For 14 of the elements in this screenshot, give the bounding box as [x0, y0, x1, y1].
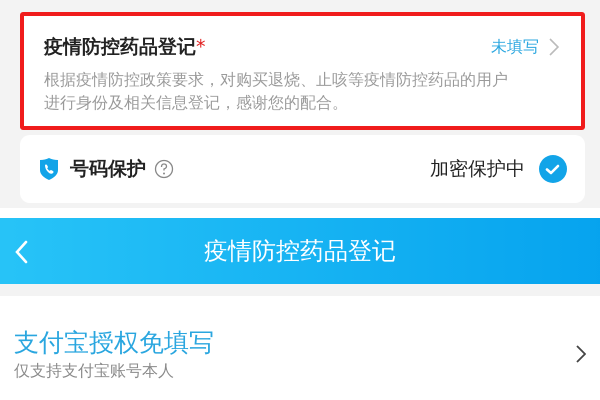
protection-label: 号码保护 — [70, 157, 146, 182]
card-description: 根据疫情防控政策要求，对购买退烧、止咳等疫情防控药品的用户进行身份及相关信息登记，感谢您的配合。 — [44, 69, 509, 114]
fill-status: 未填写 — [491, 36, 539, 58]
shield-phone-icon — [38, 157, 60, 181]
encryption-status: 加密保护中 — [430, 157, 525, 182]
registration-card[interactable]: 疫情防控药品登记* 未填写 根据疫情防控政策要求，对购买退烧、止咳等疫情防控药品的用户进行身份及相关信息登记，感谢您的配合。 — [20, 12, 585, 130]
chevron-right-icon[interactable] — [576, 345, 586, 363]
help-icon[interactable] — [154, 159, 174, 179]
card-title: 疫情防控药品登记 — [44, 35, 196, 60]
back-icon[interactable] — [14, 240, 28, 264]
required-mark: * — [196, 36, 206, 58]
option-subtitle: 仅支持支付宝账号本人 — [14, 361, 175, 382]
checkbox[interactable] — [539, 155, 567, 183]
header-title: 疫情防控药品登记 — [204, 236, 396, 267]
